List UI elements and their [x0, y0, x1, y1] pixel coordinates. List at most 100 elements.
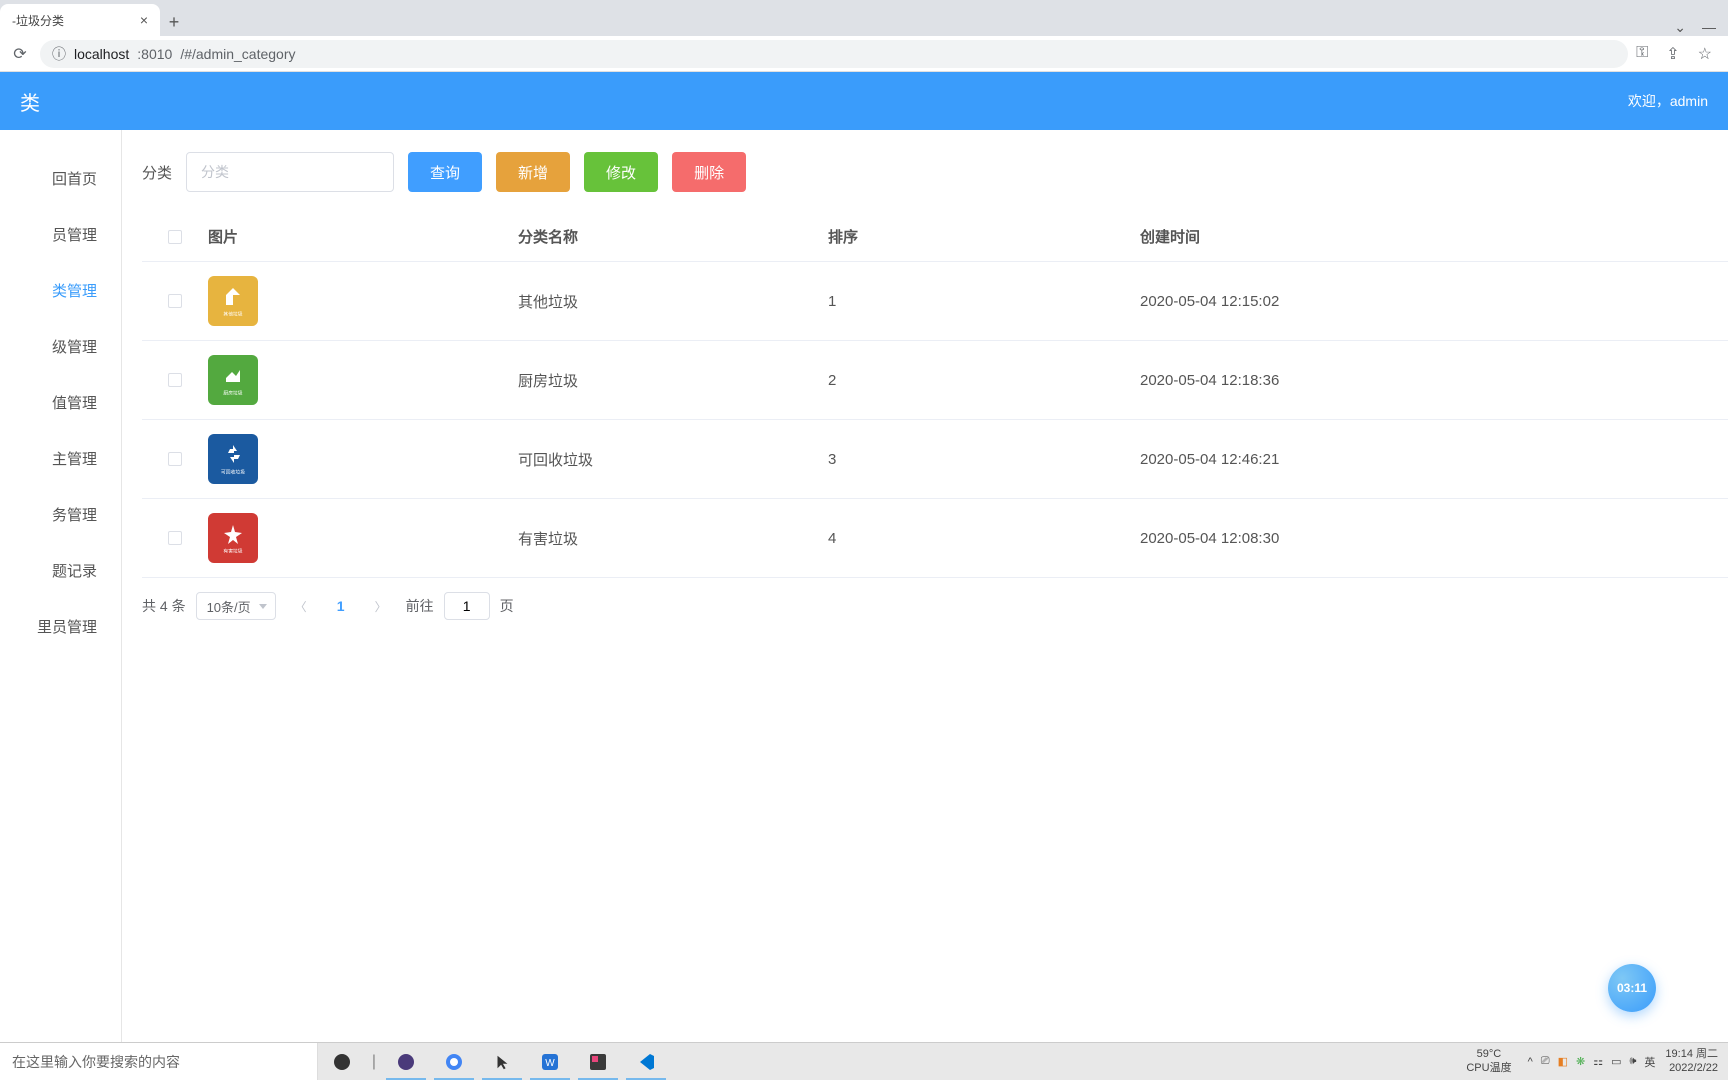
- share-icon[interactable]: ⇪: [1666, 44, 1679, 64]
- tab-title: -垃圾分类: [12, 12, 64, 29]
- tray-monitor-icon[interactable]: ⎚: [1541, 1055, 1550, 1068]
- taskbar-search[interactable]: 在这里输入你要搜索的内容: [0, 1043, 318, 1080]
- url-host: localhost: [74, 46, 129, 62]
- reload-icon[interactable]: ⟳: [8, 44, 32, 64]
- table-header-row: 图片 分类名称 排序 创建时间: [142, 212, 1728, 262]
- goto-page-input[interactable]: [444, 592, 490, 620]
- row-sort: 2: [828, 372, 1140, 389]
- sidebar-item-5[interactable]: 主管理: [0, 430, 121, 486]
- prev-page-button[interactable]: 〈: [286, 592, 316, 620]
- url-input[interactable]: ⓘ localhost :8010 /#/admin_category: [40, 40, 1628, 68]
- sidebar-item-8[interactable]: 里员管理: [0, 598, 121, 654]
- row-time: 2020-05-04 12:46:21: [1140, 451, 1728, 468]
- query-button[interactable]: 查询: [408, 152, 482, 192]
- select-all-checkbox[interactable]: [168, 230, 182, 244]
- close-icon[interactable]: ×: [140, 12, 148, 28]
- row-sort: 3: [828, 451, 1140, 468]
- taskbar-app-chrome[interactable]: [430, 1043, 478, 1080]
- tray-wechat-icon[interactable]: ❋: [1576, 1055, 1585, 1068]
- category-table: 图片 分类名称 排序 创建时间 其他垃圾其他垃圾12020-05-04 12:1…: [142, 212, 1728, 578]
- goto-label: 前往: [406, 596, 434, 616]
- sidebar-item-2[interactable]: 类管理: [0, 262, 121, 318]
- address-bar: ⟳ ⓘ localhost:8010/#/admin_category ⚿ ⇪ …: [0, 36, 1728, 72]
- tray-battery-icon[interactable]: ▭: [1611, 1055, 1621, 1068]
- row-name: 其他垃圾: [518, 291, 828, 312]
- header-time: 创建时间: [1140, 226, 1728, 247]
- welcome-text: 欢迎，admin: [1628, 91, 1708, 111]
- app-header: 类 欢迎，admin: [0, 72, 1728, 130]
- row-time: 2020-05-04 12:18:36: [1140, 372, 1728, 389]
- browser-tab[interactable]: -垃圾分类 ×: [0, 4, 160, 36]
- tray-network-icon[interactable]: ⚏: [1593, 1055, 1603, 1068]
- sidebar-item-6[interactable]: 务管理: [0, 486, 121, 542]
- page-title: 类: [20, 87, 40, 116]
- search-input[interactable]: [186, 152, 394, 192]
- toolbar: 分类 查询 新增 修改 删除: [142, 152, 1728, 192]
- svg-text:W: W: [545, 1058, 555, 1069]
- bookmark-icon[interactable]: ☆: [1698, 44, 1712, 64]
- row-checkbox[interactable]: [168, 531, 182, 545]
- category-thumb-icon: 有害垃圾: [208, 513, 258, 563]
- add-button[interactable]: 新增: [496, 152, 570, 192]
- table-row: 其他垃圾其他垃圾12020-05-04 12:15:02: [142, 262, 1728, 341]
- taskbar-app-eclipse[interactable]: [382, 1043, 430, 1080]
- taskbar-divider: |: [366, 1043, 382, 1080]
- taskbar-app-vscode[interactable]: [622, 1043, 670, 1080]
- taskbar-app-wps[interactable]: W: [526, 1043, 574, 1080]
- minimize-icon[interactable]: —: [1702, 19, 1716, 36]
- tray-volume-icon[interactable]: 🕪: [1629, 1055, 1636, 1068]
- tray-ime[interactable]: 英: [1644, 1054, 1655, 1070]
- category-thumb-icon: 其他垃圾: [208, 276, 258, 326]
- url-port: :8010: [137, 46, 172, 62]
- timer-badge[interactable]: 03:11: [1608, 964, 1656, 1012]
- row-name: 厨房垃圾: [518, 370, 828, 391]
- edit-button[interactable]: 修改: [584, 152, 658, 192]
- header-image: 图片: [208, 226, 518, 247]
- weather-label: CPU温度: [1466, 1062, 1511, 1075]
- pagination: 共 4 条 10条/页 〈 1 〉 前往 页: [142, 592, 1728, 620]
- table-row: 厨房垃圾厨房垃圾22020-05-04 12:18:36: [142, 341, 1728, 420]
- row-name: 可回收垃圾: [518, 449, 828, 470]
- row-name: 有害垃圾: [518, 528, 828, 549]
- page-number[interactable]: 1: [326, 592, 356, 620]
- clock-date: 2022/2/22: [1665, 1062, 1718, 1075]
- site-info-icon[interactable]: ⓘ: [52, 44, 66, 64]
- tray-app-icon[interactable]: ◧: [1558, 1055, 1568, 1068]
- row-checkbox[interactable]: [168, 452, 182, 466]
- taskbar-app-obs[interactable]: [318, 1043, 366, 1080]
- weather-temp: 59°C: [1466, 1048, 1511, 1061]
- row-checkbox[interactable]: [168, 294, 182, 308]
- main-content: 分类 查询 新增 修改 删除 图片 分类名称 排序 创建时间 其他垃圾其他垃圾1…: [122, 130, 1728, 1042]
- page-size-select[interactable]: 10条/页: [196, 592, 276, 620]
- header-name: 分类名称: [518, 226, 828, 247]
- sidebar-item-7[interactable]: 题记录: [0, 542, 121, 598]
- taskbar-clock[interactable]: 19:14 周二 2022/2/22: [1665, 1048, 1718, 1074]
- key-icon[interactable]: ⚿: [1636, 44, 1648, 64]
- tray-chevron-icon[interactable]: ^: [1528, 1056, 1533, 1068]
- row-time: 2020-05-04 12:15:02: [1140, 293, 1728, 310]
- row-time: 2020-05-04 12:08:30: [1140, 530, 1728, 547]
- delete-button[interactable]: 删除: [672, 152, 746, 192]
- tab-search-icon[interactable]: ⌄: [1674, 19, 1686, 36]
- sidebar-item-4[interactable]: 值管理: [0, 374, 121, 430]
- sidebar-item-3[interactable]: 级管理: [0, 318, 121, 374]
- taskbar-app-cursor[interactable]: [478, 1043, 526, 1080]
- new-tab-button[interactable]: +: [160, 8, 188, 36]
- table-row: 可回收垃圾可回收垃圾32020-05-04 12:46:21: [142, 420, 1728, 499]
- taskbar-weather[interactable]: 59°C CPU温度: [1466, 1048, 1511, 1074]
- next-page-button[interactable]: 〉: [366, 592, 396, 620]
- url-path: /#/admin_category: [180, 46, 295, 62]
- sidebar: 回首页员管理类管理级管理值管理主管理务管理题记录里员管理: [0, 130, 122, 1042]
- category-thumb-icon: 厨房垃圾: [208, 355, 258, 405]
- browser-tab-bar: -垃圾分类 × + ⌄ —: [0, 0, 1728, 36]
- taskbar: 在这里输入你要搜索的内容 | W 59°C CPU温度 ^ ⎚ ◧ ❋ ⚏ ▭ …: [0, 1042, 1728, 1080]
- goto-suffix: 页: [500, 596, 514, 616]
- row-sort: 1: [828, 293, 1140, 310]
- sidebar-item-0[interactable]: 回首页: [0, 150, 121, 206]
- header-sort: 排序: [828, 226, 1140, 247]
- pagination-total: 共 4 条: [142, 596, 186, 616]
- row-checkbox[interactable]: [168, 373, 182, 387]
- category-thumb-icon: 可回收垃圾: [208, 434, 258, 484]
- sidebar-item-1[interactable]: 员管理: [0, 206, 121, 262]
- taskbar-app-idea[interactable]: [574, 1043, 622, 1080]
